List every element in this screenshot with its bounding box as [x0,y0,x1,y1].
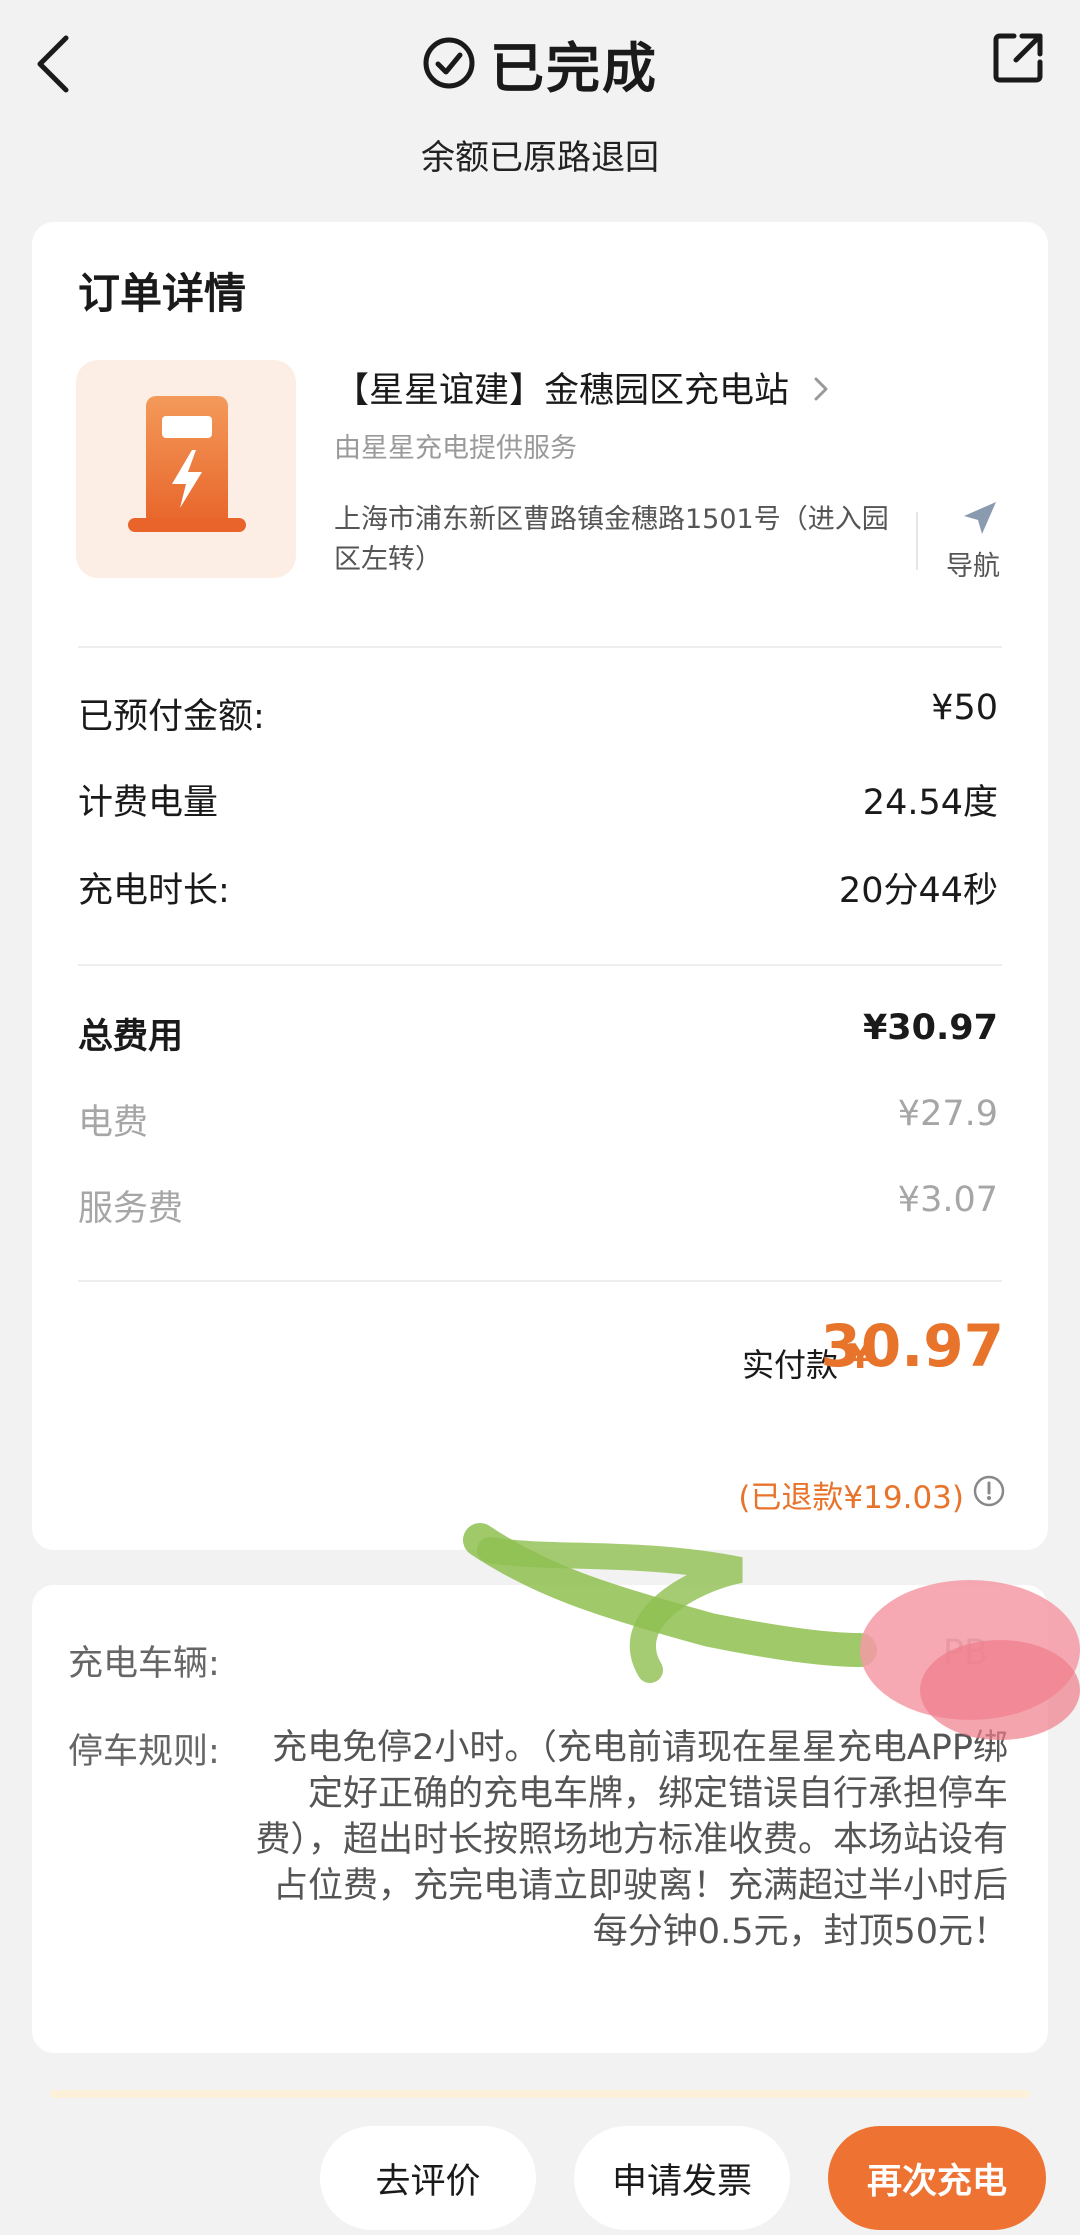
share-button[interactable] [990,30,1050,90]
page-title: 已完成 [490,36,658,100]
order-detail-card: 订单详情 【星星谊建】金穗园区充电站 由星星充电提供服务 上海市浦东新区曹路镇金… [32,222,1048,1550]
navigation-arrow-icon [964,502,996,534]
duration-value: 20分44秒 [838,871,998,911]
parking-rules-label: 停车规则: [68,1732,220,1772]
check-circle-icon [423,37,475,89]
info-icon [973,1475,1005,1507]
prepaid-value: ¥50 [931,688,998,728]
energy-label: 计费电量 [78,783,219,823]
section-title: 订单详情 [78,269,247,318]
total-fee-value: ¥30.97 [862,1008,998,1048]
divider [78,646,1002,648]
share-external-icon [993,33,1043,83]
station-provider: 由星星充电提供服务 [334,433,577,464]
refund-note: (已退款¥19.03) [738,1480,964,1516]
prepaid-label: 已预付金额: [78,697,265,737]
navigation-button[interactable] [960,498,1000,538]
service-fee-value: ¥3.07 [897,1180,998,1220]
chevron-right-icon [814,377,828,401]
service-fee-label: 服务费 [78,1189,184,1229]
electricity-fee-label: 电费 [78,1103,149,1143]
station-thumbnail [76,360,296,578]
invoice-button[interactable]: 申请发票 [574,2126,790,2230]
paid-amount: 30.97 [820,1312,1004,1380]
refund-status-text: 余额已原路退回 [421,138,659,178]
station-name-link[interactable]: 【星星谊建】金穗园区充电站 [334,362,832,413]
refund-info-button[interactable] [972,1474,1006,1508]
page-header: 已完成 [0,28,1080,100]
banner-strip [50,2090,1030,2098]
station-address: 上海市浦东新区曹路镇金穗路1501号（进入园区左转） [334,504,889,575]
electricity-fee-value: ¥27.9 [897,1094,998,1134]
charging-station-icon [128,396,246,532]
divider [916,512,918,570]
total-fee-label: 总费用 [78,1017,184,1057]
recharge-button[interactable]: 再次充电 [828,2126,1046,2230]
review-button[interactable]: 去评价 [320,2126,536,2230]
station-name: 【星星谊建】金穗园区充电站 [334,371,790,411]
doodle-overlay [463,1523,1080,1740]
energy-value: 24.54度 [862,783,998,823]
divider [78,964,1002,966]
navigation-label[interactable]: 导航 [946,544,1000,583]
divider [78,1280,1002,1282]
duration-label: 充电时长: [78,871,230,911]
vehicle-label: 充电车辆: [68,1644,220,1684]
